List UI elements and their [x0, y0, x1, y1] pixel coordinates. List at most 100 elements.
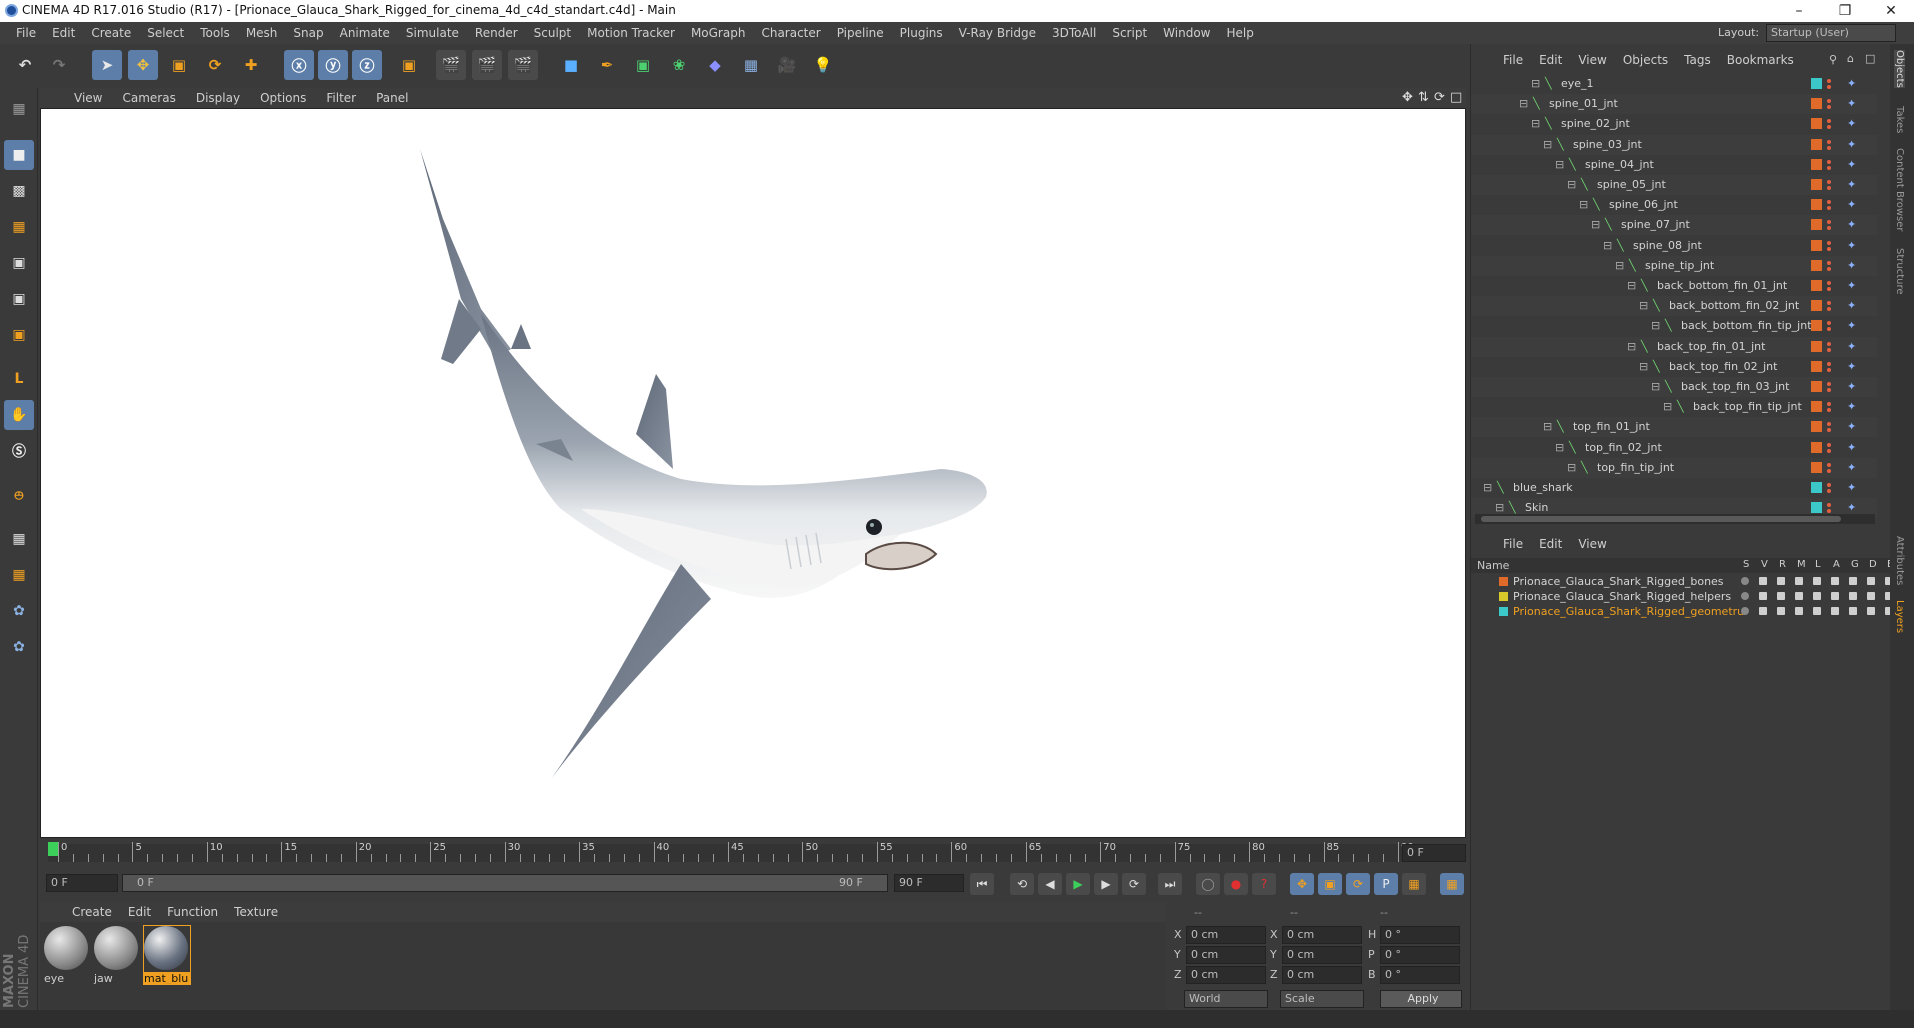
tag-icon[interactable]: ✦ — [1847, 481, 1859, 494]
material-swatch[interactable]: eye — [44, 926, 90, 985]
layer-column-header[interactable]: S — [1743, 559, 1749, 570]
goto-end-icon[interactable]: ⏭ — [1158, 873, 1182, 895]
tweak-mode-icon[interactable]: ✋ — [4, 400, 34, 430]
expand-toggle-icon[interactable]: ⊟ — [1639, 360, 1651, 373]
recent-tool-icon[interactable]: ✚ — [236, 50, 266, 80]
editor-visibility-dot[interactable] — [1827, 361, 1831, 366]
render-view-icon[interactable]: 🎬 — [436, 50, 466, 80]
editor-visibility-dot[interactable] — [1827, 260, 1831, 265]
expand-toggle-icon[interactable]: ⊟ — [1531, 117, 1543, 130]
menu-3dtoall[interactable]: 3DToAll — [1044, 26, 1104, 40]
render-settings-icon[interactable]: 🎬 — [508, 50, 538, 80]
editor-visibility-dot[interactable] — [1827, 180, 1831, 184]
viewport-menu-filter[interactable]: Filter — [316, 91, 366, 105]
menu-window[interactable]: Window — [1155, 26, 1218, 40]
render-visibility-dot[interactable] — [1827, 347, 1831, 352]
object-row[interactable]: ⊟ ╲ back_bottom_fin_01_jnt ✦ — [1471, 276, 1877, 296]
subdivision-icon[interactable]: ▣ — [628, 50, 658, 80]
move-tool-icon[interactable]: ✥ — [128, 50, 158, 80]
layer-color-swatch[interactable] — [1499, 577, 1508, 586]
menu-simulate[interactable]: Simulate — [398, 26, 467, 40]
layer-column-header[interactable]: R — [1779, 559, 1786, 570]
obj-menu-edit[interactable]: Edit — [1531, 53, 1570, 67]
tag-icon[interactable]: ✦ — [1847, 461, 1859, 474]
next-frame-icon[interactable]: ▶ — [1094, 873, 1118, 895]
obj-menu-objects[interactable]: Objects — [1615, 53, 1676, 67]
object-row[interactable]: ⊟ ╲ spine_08_jnt ✦ — [1471, 236, 1877, 256]
viewport-menu-panel[interactable]: Panel — [366, 91, 418, 105]
layer-color-swatch[interactable] — [1811, 259, 1822, 271]
goto-start-icon[interactable]: ⏮ — [970, 873, 994, 895]
tag-icon[interactable]: ✦ — [1847, 360, 1859, 373]
menu-create[interactable]: Create — [83, 26, 139, 40]
prev-key-icon[interactable]: ⟲ — [1010, 873, 1034, 895]
material-swatch[interactable]: jaw — [94, 926, 140, 985]
object-row[interactable]: ⊟ ╲ back_top_fin_02_jnt ✦ — [1471, 357, 1877, 377]
object-row[interactable]: ⊟ ╲ back_top_fin_tip_jnt ✦ — [1471, 397, 1877, 417]
tab-takes[interactable]: Takes — [1894, 106, 1905, 133]
layer-flag-toggle[interactable] — [1849, 592, 1857, 600]
editor-visibility-dot[interactable] — [1827, 119, 1831, 124]
editor-visibility-dot[interactable] — [1827, 79, 1831, 83]
layer-color-swatch[interactable] — [1811, 219, 1822, 231]
mat-menu-function[interactable]: Function — [159, 905, 226, 919]
floor-icon[interactable]: ▦ — [736, 50, 766, 80]
autokey-icon[interactable]: ● — [1224, 873, 1248, 895]
object-row[interactable]: ⊟ ╲ spine_04_jnt ✦ — [1471, 155, 1877, 175]
coordinate-system-icon[interactable]: ▣ — [394, 50, 424, 80]
layer-row[interactable]: Prionace_Glauca_Shark_Rigged_bones — [1471, 574, 1893, 589]
edges-mode-icon[interactable]: ▣ — [4, 284, 34, 314]
layer-flag-toggle[interactable] — [1759, 577, 1767, 585]
tag-icon[interactable]: ✦ — [1847, 319, 1859, 332]
python-script-2-icon[interactable]: ✿ — [4, 632, 34, 662]
undo-icon[interactable]: ↶ — [10, 50, 40, 80]
expand-toggle-icon[interactable]: ⊟ — [1615, 259, 1627, 272]
render-visibility-dot[interactable] — [1827, 408, 1831, 413]
menu-script[interactable]: Script — [1104, 26, 1155, 40]
layer-color-swatch[interactable] — [1811, 421, 1822, 433]
tag-icon[interactable]: ✦ — [1847, 501, 1859, 514]
layer-flag-toggle[interactable] — [1849, 577, 1857, 585]
render-visibility-dot[interactable] — [1827, 327, 1831, 332]
menu-plugins[interactable]: Plugins — [892, 26, 951, 40]
viewport-menu-view[interactable]: View — [64, 91, 112, 105]
editor-visibility-dot[interactable] — [1827, 200, 1831, 205]
layer-color-swatch[interactable] — [1811, 98, 1822, 110]
pos-z-field[interactable]: 0 cm — [1186, 966, 1266, 984]
rot-p-field[interactable]: 0 ° — [1380, 946, 1460, 964]
layer-flag-toggle[interactable] — [1867, 607, 1875, 615]
render-visibility-dot[interactable] — [1827, 145, 1831, 150]
tag-icon[interactable]: ✦ — [1847, 420, 1859, 433]
layer-menu-file[interactable]: File — [1495, 537, 1531, 551]
render-visibility-dot[interactable] — [1827, 125, 1831, 130]
layer-color-swatch[interactable] — [1811, 381, 1822, 392]
layer-flag-toggle[interactable] — [1759, 592, 1767, 600]
expand-toggle-icon[interactable]: ⊟ — [1591, 218, 1603, 231]
viewport-menu-options[interactable]: Options — [250, 91, 316, 105]
editor-visibility-dot[interactable] — [1827, 301, 1831, 306]
object-row[interactable]: ⊟ ╲ eye_1 ✦ — [1471, 74, 1877, 94]
editor-visibility-dot[interactable] — [1827, 240, 1831, 245]
home-icon[interactable]: ⌂ — [1847, 52, 1854, 65]
y-axis-lock-icon[interactable]: ⓨ — [318, 50, 348, 80]
object-row[interactable]: ⊟ ╲ top_fin_02_jnt ✦ — [1471, 438, 1877, 458]
render-visibility-dot[interactable] — [1827, 206, 1831, 211]
layer-flag-toggle[interactable] — [1777, 577, 1785, 585]
editor-visibility-dot[interactable] — [1827, 503, 1831, 508]
menu-render[interactable]: Render — [467, 26, 526, 40]
obj-menu-tags[interactable]: Tags — [1676, 53, 1719, 67]
expand-toggle-icon[interactable]: ⊟ — [1543, 138, 1555, 151]
layer-flag-toggle[interactable] — [1831, 607, 1839, 615]
tag-icon[interactable]: ✦ — [1847, 400, 1859, 413]
z-axis-lock-icon[interactable]: ⓩ — [352, 50, 382, 80]
expand-toggle-icon[interactable]: ⊟ — [1519, 97, 1531, 110]
start-frame-field[interactable]: 0 F — [46, 874, 118, 892]
record-key-icon[interactable]: ◯ — [1196, 873, 1220, 895]
editor-visibility-dot[interactable] — [1827, 99, 1831, 104]
render-visibility-dot[interactable] — [1827, 448, 1831, 453]
editor-visibility-dot[interactable] — [1827, 321, 1831, 326]
expand-toggle-icon[interactable]: ⊟ — [1651, 319, 1663, 332]
tab-content-browser[interactable]: Content Browser — [1894, 148, 1905, 231]
rot-b-field[interactable]: 0 ° — [1380, 966, 1460, 984]
layer-color-swatch[interactable] — [1811, 300, 1822, 312]
